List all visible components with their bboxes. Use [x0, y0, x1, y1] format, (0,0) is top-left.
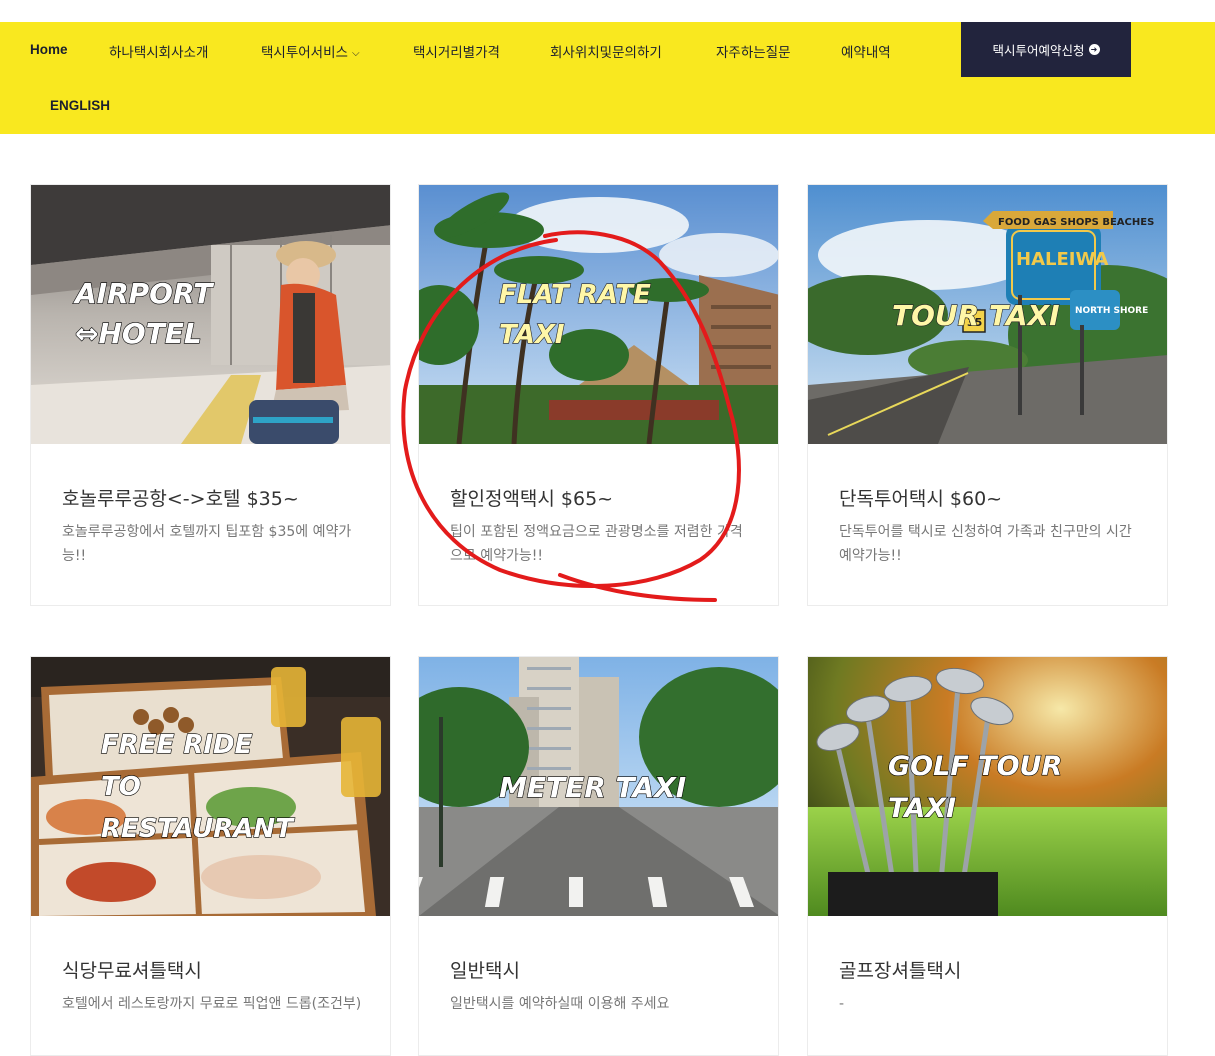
nav-reservations[interactable]: 예약내역 [841, 41, 891, 61]
flat-rate-taxi-image: FLAT RATE TAXI [419, 185, 778, 444]
top-gap [0, 0, 1215, 22]
tour-image-line1: TOUR TAXI [892, 299, 1060, 332]
card-title[interactable]: 골프장셔틀택시 [839, 956, 961, 983]
golf-image-line1: GOLF TOUR [888, 751, 1062, 782]
tour-reservation-button[interactable]: 택시투어예약신청 ➜ [961, 22, 1131, 77]
nav-home[interactable]: Home [30, 42, 68, 57]
airport-image-line2: ⇔HOTEL [75, 317, 202, 350]
card-description: 팁이 포함된 정액요금으로 관광명소를 저렴한 가격으로 예약가능!! [450, 524, 743, 564]
tour-reservation-label: 택시투어예약신청 [992, 43, 1085, 58]
card-description: 일반택시를 예약하실때 이용해 주세요 [450, 996, 670, 1012]
tour-taxi-image: FOOD GAS SHOPS BEACHES HALEIWA NORTH SHO… [808, 185, 1167, 444]
service-card-tour[interactable]: FOOD GAS SHOPS BEACHES HALEIWA NORTH SHO… [807, 184, 1168, 606]
card-description: 호텔에서 레스토랑까지 무료로 픽업앤 드롭(조건부) [62, 996, 362, 1012]
flat-rate-image-line1: FLAT RATE [499, 280, 651, 310]
golf-image-line2: TAXI [888, 793, 956, 824]
main-navbar: Home 하나택시회사소개 택시투어서비스 ⌵ 택시거리별가격 회사위치및문의하기… [0, 22, 1215, 134]
restaurant-image-line1: FREE RIDE [101, 730, 253, 760]
card-description: 호놀루루공항에서 호텔까지 팁포함 $35에 예약가능!! [62, 524, 352, 564]
service-card-flat-rate[interactable]: FLAT RATE TAXI 할인정액택시 $65~ 팁이 포함된 정액요금으로… [418, 184, 779, 606]
card-description: 단독투어를 택시로 신청하여 가족과 친구만의 시간 예약가능!! [839, 524, 1132, 564]
airport-image-line1: AIRPORT [73, 277, 214, 310]
card-title[interactable]: 일반택시 [450, 956, 520, 983]
nav-faq[interactable]: 자주하는질문 [716, 41, 791, 61]
arrow-circle-right-icon: ➜ [1088, 44, 1100, 55]
nav-tours[interactable]: 택시투어서비스 ⌵ [261, 41, 360, 61]
service-card-airport[interactable]: AIRPORT ⇔HOTEL 호놀루루공항<->호텔 $35~ 호놀루루공항에서… [30, 184, 391, 606]
nav-location[interactable]: 회사위치및문의하기 [550, 41, 662, 61]
nav-about[interactable]: 하나택시회사소개 [109, 41, 208, 61]
flat-rate-image-line2: TAXI [499, 320, 565, 350]
nav-prices[interactable]: 택시거리별가격 [413, 41, 500, 61]
nav-english[interactable]: ENGLISH [50, 98, 110, 113]
free-ride-restaurant-image: FREE RIDE TO RESTAURANT [31, 657, 390, 916]
tour-sign-line2: HALEIWA [1016, 249, 1109, 270]
card-title[interactable]: 식당무료셔틀택시 [62, 956, 202, 983]
restaurant-image-line2: TO [101, 772, 141, 802]
card-title[interactable]: 단독투어택시 $60~ [839, 484, 1002, 511]
restaurant-image-line3: RESTAURANT [101, 814, 295, 844]
meter-image-line1: METER TAXI [499, 771, 686, 804]
card-title[interactable]: 할인정액택시 $65~ [450, 484, 613, 511]
chevron-down-icon: ⌵ [351, 48, 360, 59]
golf-tour-taxi-image: GOLF TOUR TAXI [808, 657, 1167, 916]
card-description: - [839, 996, 845, 1012]
airport-hotel-image: AIRPORT ⇔HOTEL [31, 185, 390, 444]
service-card-restaurant[interactable]: FREE RIDE TO RESTAURANT 식당무료셔틀택시 호텔에서 레스… [30, 656, 391, 1056]
service-card-meter[interactable]: METER TAXI 일반택시 일반택시를 예약하실때 이용해 주세요 [418, 656, 779, 1056]
service-card-golf[interactable]: GOLF TOUR TAXI 골프장셔틀택시 - [807, 656, 1168, 1056]
nav-tours-label: 택시투어서비스 [261, 45, 348, 61]
tour-sign-line3: NORTH SHORE [1075, 306, 1148, 316]
meter-taxi-image: METER TAXI [419, 657, 778, 916]
tour-sign-line1: FOOD GAS SHOPS BEACHES [998, 217, 1154, 228]
card-title[interactable]: 호놀루루공항<->호텔 $35~ [62, 484, 299, 511]
